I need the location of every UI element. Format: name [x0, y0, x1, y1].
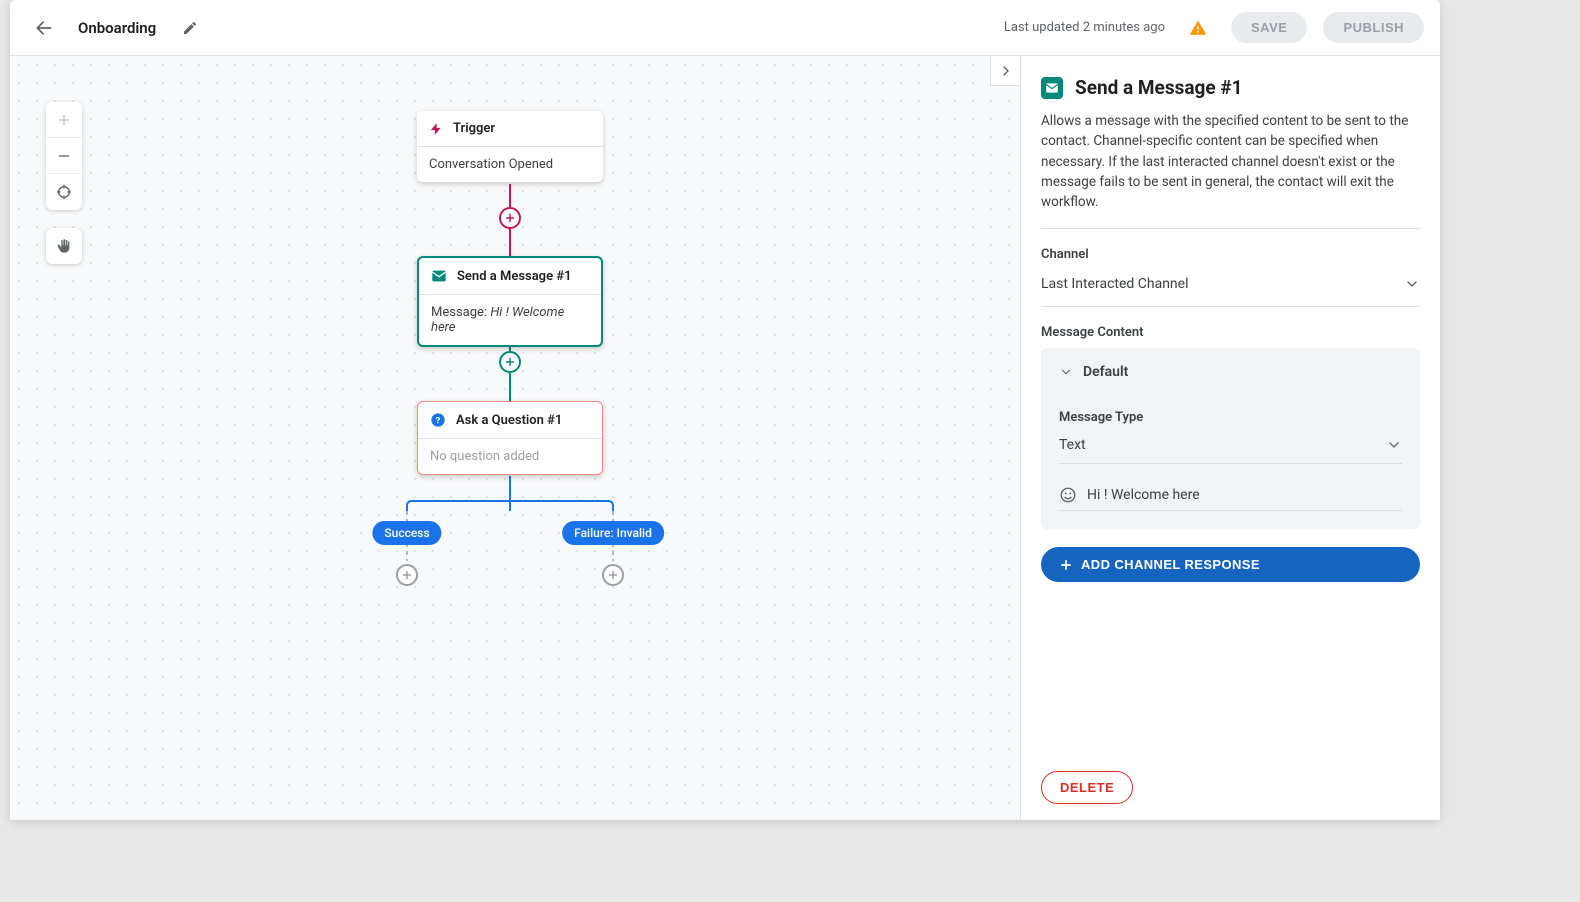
- collapse-right-panel-button[interactable]: [990, 56, 1020, 86]
- last-updated-text: Last updated 2 minutes ago: [1004, 20, 1165, 35]
- crosshair-icon: [56, 184, 72, 200]
- property-panel: Send a Message #1 Allows a message with …: [1020, 56, 1440, 820]
- branch-failure-pill[interactable]: Failure: Invalid: [562, 521, 664, 545]
- plus-icon: [401, 569, 413, 581]
- hand-icon: [56, 238, 72, 254]
- node-ask-question[interactable]: ? Ask a Question #1 No question added: [417, 401, 603, 475]
- node-send-message-prefix: Message:: [431, 305, 490, 320]
- mail-icon: [1041, 77, 1063, 99]
- fit-view-button[interactable]: [46, 174, 82, 210]
- mail-icon: [431, 268, 447, 284]
- node-trigger-title: Trigger: [453, 121, 495, 136]
- toolbar: Onboarding Last updated 2 minutes ago SA…: [10, 0, 1440, 56]
- add-node-button[interactable]: [602, 564, 624, 586]
- channel-value: Last Interacted Channel: [1041, 276, 1189, 292]
- emoji-icon[interactable]: [1059, 486, 1077, 504]
- default-content-accordion: Default Message Type Text Hi ! Welcome h…: [1041, 348, 1420, 529]
- plus-icon: [504, 212, 516, 224]
- message-text-value: Hi ! Welcome here: [1087, 487, 1200, 503]
- save-button[interactable]: SAVE: [1231, 12, 1307, 43]
- node-ask-question-placeholder: No question added: [430, 449, 539, 464]
- zoom-out-button[interactable]: [46, 138, 82, 174]
- add-node-button[interactable]: [396, 564, 418, 586]
- add-node-button[interactable]: [499, 207, 521, 229]
- plus-icon: [504, 356, 516, 368]
- panel-title: Send a Message #1: [1075, 76, 1243, 99]
- node-trigger[interactable]: Trigger Conversation Opened: [417, 111, 603, 182]
- lightning-icon: [429, 122, 443, 136]
- panel-description: Allows a message with the specified cont…: [1041, 111, 1420, 229]
- message-content-label: Message Content: [1041, 325, 1420, 340]
- publish-button[interactable]: PUBLISH: [1323, 12, 1424, 43]
- node-send-message[interactable]: Send a Message #1 Message: Hi ! Welcome …: [417, 256, 603, 347]
- workflow-title: Onboarding: [78, 19, 156, 37]
- question-icon: ?: [430, 412, 446, 428]
- channel-label: Channel: [1041, 247, 1420, 262]
- node-send-message-title: Send a Message #1: [457, 269, 572, 284]
- minus-icon: [56, 148, 72, 164]
- plus-icon: [56, 112, 72, 128]
- branch-success-pill[interactable]: Success: [372, 521, 441, 545]
- app-window: Onboarding Last updated 2 minutes ago SA…: [10, 0, 1440, 820]
- message-type-select[interactable]: Text: [1059, 433, 1402, 464]
- delete-button[interactable]: DELETE: [1041, 771, 1133, 804]
- arrow-left-icon: [34, 18, 54, 38]
- default-label: Default: [1083, 364, 1128, 380]
- add-channel-response-button[interactable]: ADD CHANNEL RESPONSE: [1041, 547, 1420, 582]
- pan-tool-button[interactable]: [46, 228, 82, 264]
- chevron-down-icon: [1059, 365, 1073, 379]
- channel-select[interactable]: Last Interacted Channel: [1041, 270, 1420, 307]
- node-trigger-subtitle: Conversation Opened: [417, 146, 603, 182]
- node-ask-question-title: Ask a Question #1: [456, 413, 562, 428]
- edit-title-button[interactable]: [172, 10, 208, 46]
- zoom-in-button[interactable]: [46, 102, 82, 138]
- message-type-label: Message Type: [1059, 410, 1402, 425]
- plus-icon: [1059, 558, 1073, 572]
- pencil-icon: [182, 20, 198, 36]
- chevron-right-icon: [998, 63, 1014, 79]
- zoom-controls: [46, 102, 82, 210]
- message-text-input[interactable]: Hi ! Welcome here: [1059, 480, 1402, 511]
- message-type-value: Text: [1059, 437, 1086, 453]
- chevron-down-icon: [1386, 437, 1402, 453]
- back-button[interactable]: [26, 10, 62, 46]
- svg-text:?: ?: [436, 415, 441, 426]
- chevron-down-icon: [1404, 276, 1420, 292]
- warning-icon: [1189, 19, 1207, 37]
- add-node-button[interactable]: [499, 351, 521, 373]
- default-accordion-toggle[interactable]: Default: [1041, 348, 1420, 396]
- main-area: Trigger Conversation Opened Send a Messa…: [10, 56, 1440, 820]
- plus-icon: [607, 569, 619, 581]
- workflow-canvas[interactable]: Trigger Conversation Opened Send a Messa…: [10, 56, 1020, 820]
